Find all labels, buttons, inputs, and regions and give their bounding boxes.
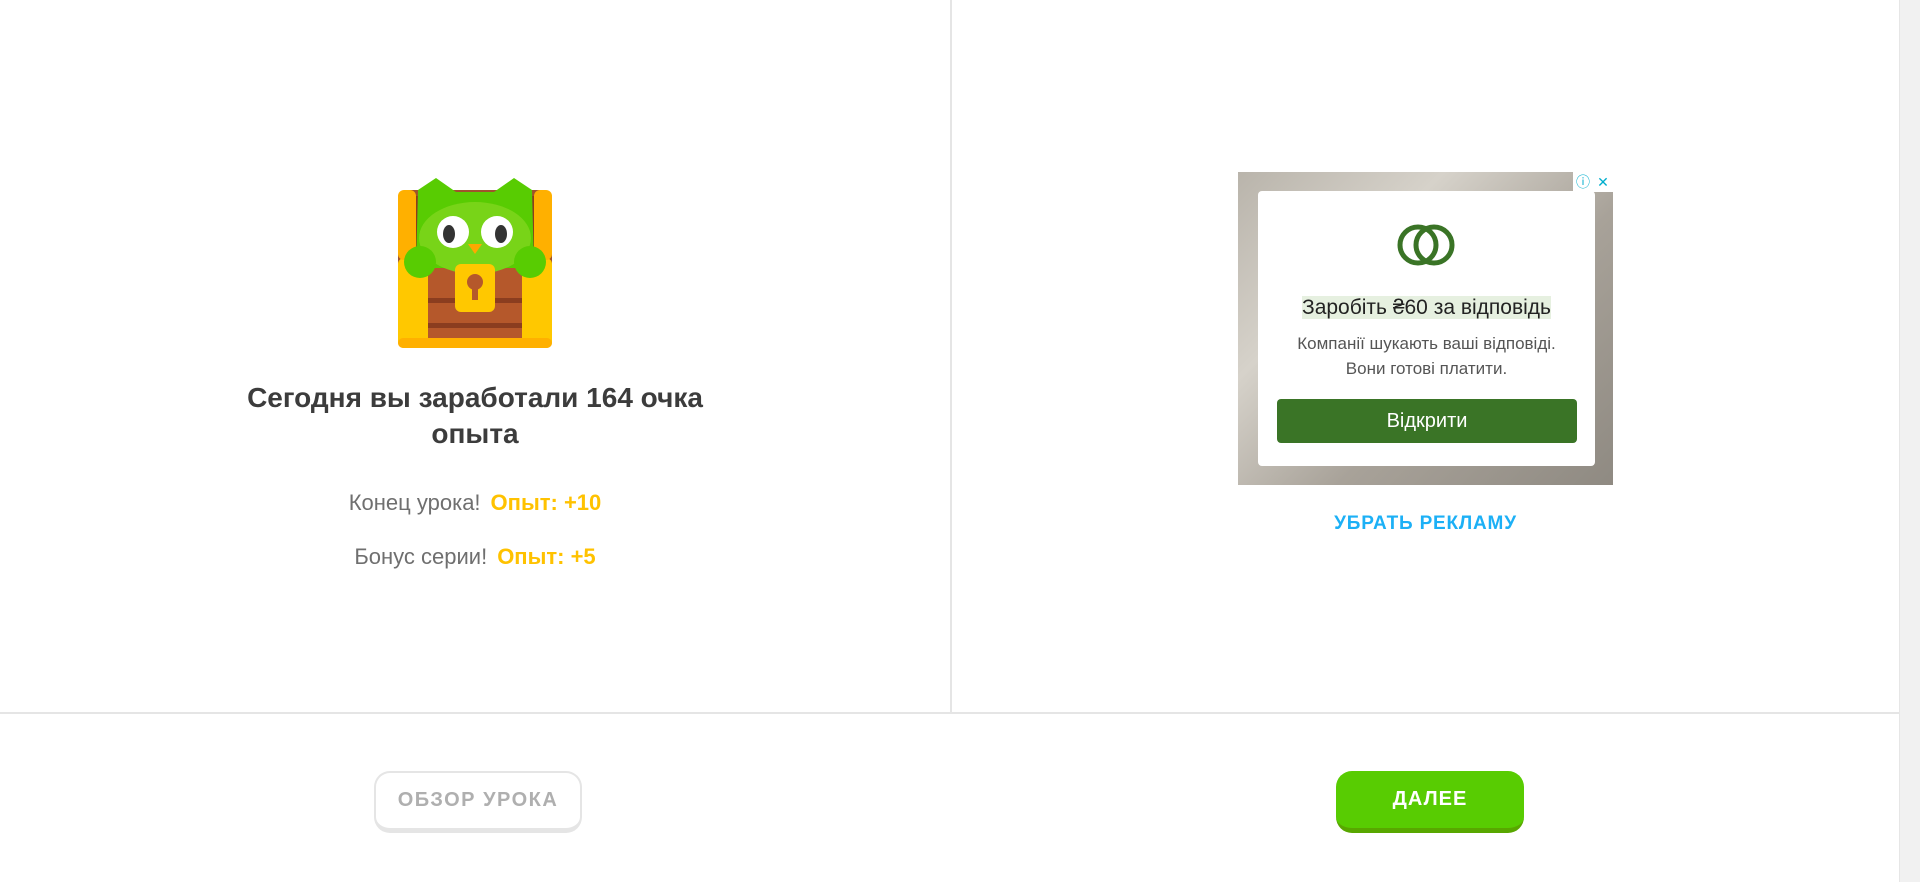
rings-logo-icon xyxy=(1397,224,1455,266)
xp-row-value: Опыт: +10 xyxy=(490,490,602,515)
ad-headline: Заробіть ₴60 за відповідь xyxy=(1258,296,1595,320)
xp-row-label: Бонус серии! xyxy=(354,544,488,569)
summary-panel: Сегодня вы заработали 164 очка опыта Кон… xyxy=(0,0,950,714)
remove-ads-link[interactable]: УБРАТЬ РЕКЛАМУ xyxy=(1238,513,1613,535)
lesson-complete-page: Сегодня вы заработали 164 очка опыта Кон… xyxy=(0,0,1920,882)
ad-banner[interactable]: ⓘ ✕ Заробіть ₴60 за відповідь Компанії ш… xyxy=(1238,172,1613,485)
vertical-scrollbar[interactable] xyxy=(1899,0,1920,882)
xp-earned-title: Сегодня вы заработали 164 очка опыта xyxy=(247,382,703,449)
next-button[interactable]: ДАЛЕЕ xyxy=(1336,771,1524,833)
close-icon[interactable]: ✕ xyxy=(1593,172,1613,192)
xp-row-label: Конец урока! xyxy=(348,490,481,515)
xp-row-value: Опыт: +5 xyxy=(497,544,596,569)
ad-headline-text: Заробіть ₴60 за відповідь xyxy=(1302,296,1551,319)
xp-row-streak-bonus: Бонус серии! Опыт: +5 xyxy=(200,544,750,570)
main-area: Сегодня вы заработали 164 очка опыта Кон… xyxy=(0,0,1899,714)
xp-row-lesson-end: Конец урока! Опыт: +10 xyxy=(200,490,750,516)
ad-body: Компанії шукають ваші відповіді. Вони го… xyxy=(1297,334,1556,378)
ad-open-button[interactable]: Відкрити xyxy=(1277,399,1577,443)
info-icon[interactable]: ⓘ xyxy=(1573,172,1593,192)
treasure-chest-owl-icon xyxy=(398,178,552,348)
ad-card[interactable]: Заробіть ₴60 за відповідь Компанії шукаю… xyxy=(1258,191,1595,466)
ad-badges: ⓘ ✕ xyxy=(1573,172,1613,192)
panel-divider xyxy=(950,0,952,714)
review-lesson-button[interactable]: ОБЗОР УРОКА xyxy=(374,771,582,833)
